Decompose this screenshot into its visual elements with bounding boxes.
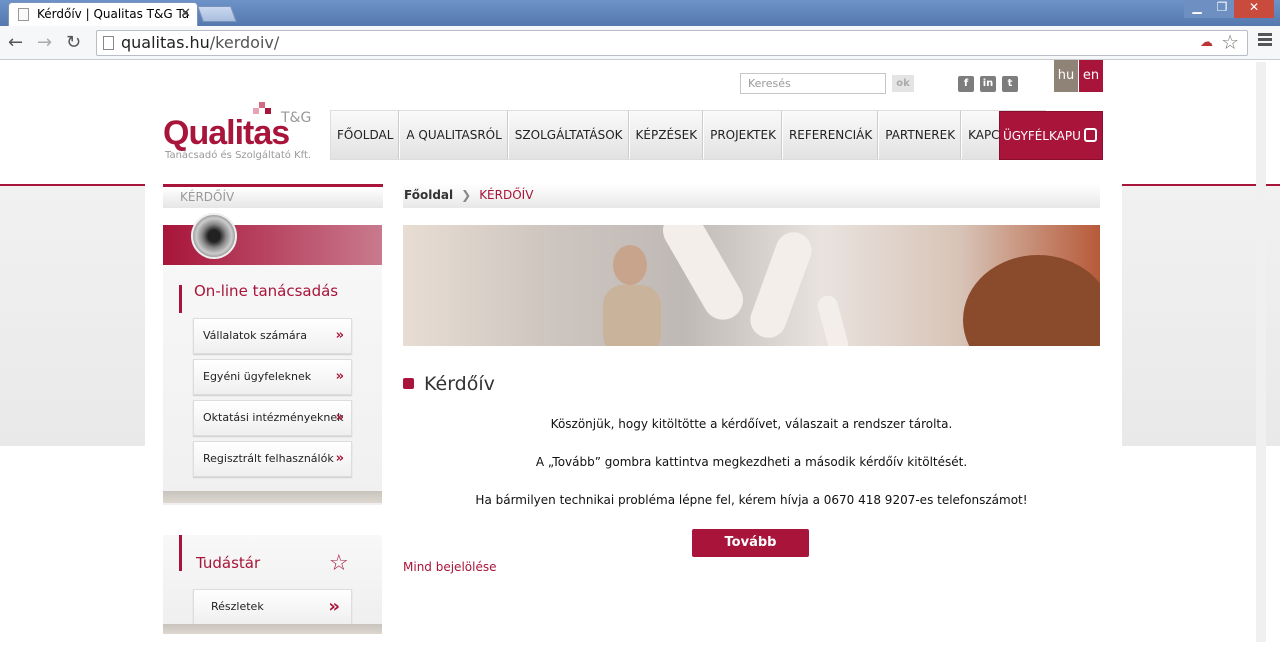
lang-hu[interactable]: hu bbox=[1054, 60, 1078, 92]
close-tab-icon[interactable]: ✕ bbox=[180, 6, 191, 21]
page-icon bbox=[103, 36, 114, 50]
main-nav: FŐOLDAL A QUALITASRÓL SZOLGÁLTATÁSOK KÉP… bbox=[330, 110, 1047, 160]
nav-projektek[interactable]: PROJEKTEK bbox=[704, 111, 783, 159]
banner-figure bbox=[963, 255, 1100, 346]
breadcrumb-home[interactable]: Főoldal bbox=[404, 188, 453, 202]
search-ok-button[interactable]: ok bbox=[892, 75, 914, 92]
nav-szolgaltatasok[interactable]: SZOLGÁLTATÁSOK bbox=[509, 111, 630, 159]
page-icon bbox=[18, 8, 29, 21]
title-bullet-icon bbox=[403, 378, 414, 389]
browser-toolbar: ← → ↻ qualitas.hu/kerdoiv/ ☁ ☆ bbox=[0, 26, 1280, 60]
message-support: Ha bármilyen technikai probléma lépne fe… bbox=[475, 493, 1028, 507]
sidebar-item-label: Egyéni ügyfeleknek bbox=[203, 370, 312, 383]
address-bar[interactable]: qualitas.hu/kerdoiv/ ☁ ☆ bbox=[96, 30, 1248, 56]
nav-kepzesek[interactable]: KÉPZÉSEK bbox=[630, 111, 705, 159]
banner-image bbox=[403, 225, 1100, 346]
window-close-icon[interactable]: ✕ bbox=[1234, 0, 1274, 18]
double-chevron-icon: » bbox=[335, 410, 344, 425]
knowledge-base-title: Tudástár bbox=[179, 535, 260, 572]
panel-footer-bar bbox=[163, 624, 382, 634]
logo-subtitle: Tanácsadó és Szolgáltató Kft. bbox=[165, 150, 312, 161]
message-thanks: Köszönjük, hogy kitöltötte a kérdőívet, … bbox=[550, 417, 953, 431]
sidebar-heading: KÉRDŐÍV bbox=[163, 184, 383, 208]
lang-en[interactable]: en bbox=[1079, 60, 1103, 92]
knowledge-base-panel: Tudástár ☆ Részletek » bbox=[163, 535, 382, 634]
page-title: Kérdőív bbox=[403, 373, 495, 395]
nav-partnerek[interactable]: PARTNEREK bbox=[879, 111, 963, 159]
client-portal-button[interactable]: ÜGYFÉLKAPU bbox=[999, 111, 1103, 160]
minimize-icon[interactable]: ▁ bbox=[1184, 0, 1210, 18]
message-next: A „Tovább” gombra kattintva megkezdheti … bbox=[535, 455, 968, 469]
browser-menu-icon[interactable] bbox=[1258, 33, 1272, 48]
lock-icon bbox=[1084, 128, 1097, 142]
banner-figure bbox=[745, 227, 817, 343]
forward-arrow-icon[interactable]: → bbox=[37, 32, 52, 53]
facebook-icon[interactable]: f bbox=[958, 76, 974, 92]
search-input[interactable]: Keresés bbox=[740, 73, 886, 94]
double-chevron-icon: » bbox=[335, 451, 344, 466]
details-label: Részletek bbox=[211, 600, 264, 613]
tab-title: Kérdőív | Qualitas T&G Ta bbox=[37, 7, 190, 21]
breadcrumb: Főoldal ❯ KÉRDŐÍV bbox=[403, 184, 1100, 208]
banner-figure bbox=[603, 285, 661, 346]
cloud-icon[interactable]: ☁ bbox=[1200, 31, 1213, 55]
sidebar-item-individuals[interactable]: Egyéni ügyfeleknek » bbox=[193, 359, 352, 395]
logo-text: Qualitas bbox=[163, 114, 290, 152]
back-arrow-icon[interactable]: ← bbox=[8, 32, 23, 53]
client-portal-label: ÜGYFÉLKAPU bbox=[1003, 129, 1081, 143]
online-consulting-title: On-line tanácsadás bbox=[179, 284, 338, 313]
banner-figure bbox=[613, 245, 647, 285]
nav-referenciak[interactable]: REFERENCIÁK bbox=[783, 111, 880, 159]
new-tab-button[interactable] bbox=[197, 6, 237, 22]
banner-figure bbox=[655, 225, 751, 327]
mark-all-link[interactable]: Mind bejelölése bbox=[403, 560, 496, 574]
logo-tg: T&G bbox=[281, 110, 312, 126]
sidebar-item-label: Oktatási intézményeknek bbox=[203, 411, 344, 424]
breadcrumb-current: KÉRDŐÍV bbox=[479, 188, 534, 202]
page-title-text: Kérdőív bbox=[424, 373, 495, 395]
sidebar-item-registered[interactable]: Regisztrált felhasználók» bbox=[193, 441, 352, 477]
reload-icon[interactable]: ↻ bbox=[66, 32, 81, 53]
bookmark-star-icon[interactable]: ☆ bbox=[1221, 30, 1239, 54]
sidebar-item-education[interactable]: Oktatási intézményeknek» bbox=[193, 400, 352, 436]
maximize-icon[interactable]: ❐ bbox=[1210, 0, 1234, 18]
linkedin-icon[interactable]: in bbox=[980, 76, 996, 92]
banner-figure bbox=[815, 293, 851, 346]
sidebar-item-label: Vállalatok számára bbox=[203, 329, 307, 342]
online-consulting-panel: On-line tanácsadás Vállalatok számára » E… bbox=[163, 213, 382, 505]
scrollbar[interactable] bbox=[1256, 62, 1266, 642]
nav-fooldal[interactable]: FŐOLDAL bbox=[331, 111, 401, 159]
logo[interactable]: Qualitas T&G Tanácsadó és Szolgáltató Kf… bbox=[163, 100, 323, 166]
sidebar-item-companies[interactable]: Vállalatok számára » bbox=[193, 318, 352, 354]
browser-tab-bar: Kérdőív | Qualitas T&G Ta ✕ ▁ ❐ ✕ bbox=[0, 0, 1280, 26]
nav-qualitasrol[interactable]: A QUALITASRÓL bbox=[400, 111, 509, 159]
next-button[interactable]: Tovább bbox=[692, 529, 809, 557]
url-domain: qualitas.hu bbox=[121, 33, 210, 52]
url-path: /kerdoiv/ bbox=[209, 33, 280, 52]
panel-footer-bar bbox=[163, 491, 382, 503]
browser-tab[interactable]: Kérdőív | Qualitas T&G Ta ✕ bbox=[8, 2, 198, 26]
double-chevron-icon: » bbox=[335, 369, 344, 384]
details-button[interactable]: Részletek » bbox=[193, 589, 352, 625]
page: Keresés ok f in t hu en Qualitas T&G Tan… bbox=[0, 60, 1280, 650]
star-icon: ☆ bbox=[329, 551, 349, 576]
sidebar-item-label: Regisztrált felhasználók bbox=[203, 452, 334, 465]
chevron-right-icon: ❯ bbox=[461, 188, 472, 202]
double-chevron-icon: » bbox=[335, 328, 344, 343]
webcam-icon bbox=[191, 213, 237, 259]
double-chevron-icon: » bbox=[328, 596, 340, 617]
twitter-icon[interactable]: t bbox=[1002, 76, 1018, 92]
